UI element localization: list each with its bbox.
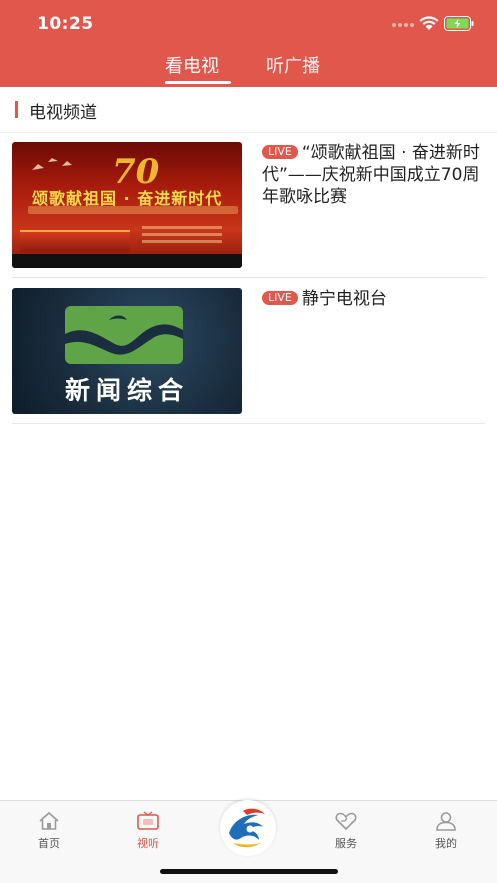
tab-home[interactable]: 首页	[19, 811, 79, 851]
center-logo-button[interactable]	[220, 800, 276, 856]
home-indicator	[160, 869, 338, 874]
thumbnail-letterbox	[12, 254, 242, 268]
station-logo	[65, 306, 183, 364]
channel-item[interactable]: 新闻综合 LIVE 静宁电视台	[12, 288, 485, 424]
channel-info: LIVE 静宁电视台	[262, 288, 485, 310]
channel-thumbnail: 70 颂歌献祖国 · 奋进新时代	[12, 142, 242, 268]
app-logo-icon	[224, 804, 272, 852]
wifi-icon	[419, 16, 439, 30]
tab-listen-radio[interactable]: 听广播	[266, 52, 320, 78]
doves-icon	[32, 158, 72, 170]
section-title: 电视频道	[29, 103, 97, 123]
channel-info: LIVE “颂歌献祖国 · 奋进新时代”——庆祝新中国成立70周年歌咏比赛	[262, 142, 485, 208]
live-badge: LIVE	[262, 291, 298, 305]
battery-charging-icon	[444, 16, 474, 31]
tab-watch-tv[interactable]: 看电视	[165, 52, 219, 78]
tv-icon	[137, 811, 159, 830]
thumbnail-subtitle-strip	[28, 206, 238, 214]
heart-icon	[335, 812, 357, 831]
tab-audio-video-label: 视听	[137, 837, 159, 850]
thumbnail-caption: 新闻综合	[64, 376, 189, 405]
channel-title: 静宁电视台	[301, 289, 387, 309]
active-tab-indicator	[165, 81, 231, 84]
tab-home-label: 首页	[38, 837, 60, 850]
cellular-signal-icon	[392, 22, 414, 28]
tab-service-label: 服务	[335, 837, 357, 850]
tab-service[interactable]: 服务	[316, 811, 376, 851]
tiananmen-graphic	[20, 230, 130, 252]
tab-audio-video[interactable]: 视听	[118, 811, 178, 851]
app-header: 10:25 看电视 听广播	[0, 0, 497, 87]
tab-mine-label: 我的	[435, 837, 457, 850]
status-time: 10:25	[37, 14, 94, 34]
thumbnail-info-lines	[142, 226, 222, 250]
section-accent-bar	[15, 101, 18, 118]
channel-item[interactable]: 70 颂歌献祖国 · 奋进新时代 LIVE “颂歌献祖国 · 奋进新时代”——庆祝…	[12, 142, 485, 278]
channel-thumbnail: 新闻综合	[12, 288, 242, 414]
home-icon	[39, 811, 59, 830]
live-badge: LIVE	[262, 145, 298, 159]
top-tabs: 看电视 听广播	[0, 50, 497, 87]
user-icon	[436, 812, 456, 831]
status-bar: 10:25	[0, 0, 497, 46]
tab-mine[interactable]: 我的	[416, 811, 476, 851]
